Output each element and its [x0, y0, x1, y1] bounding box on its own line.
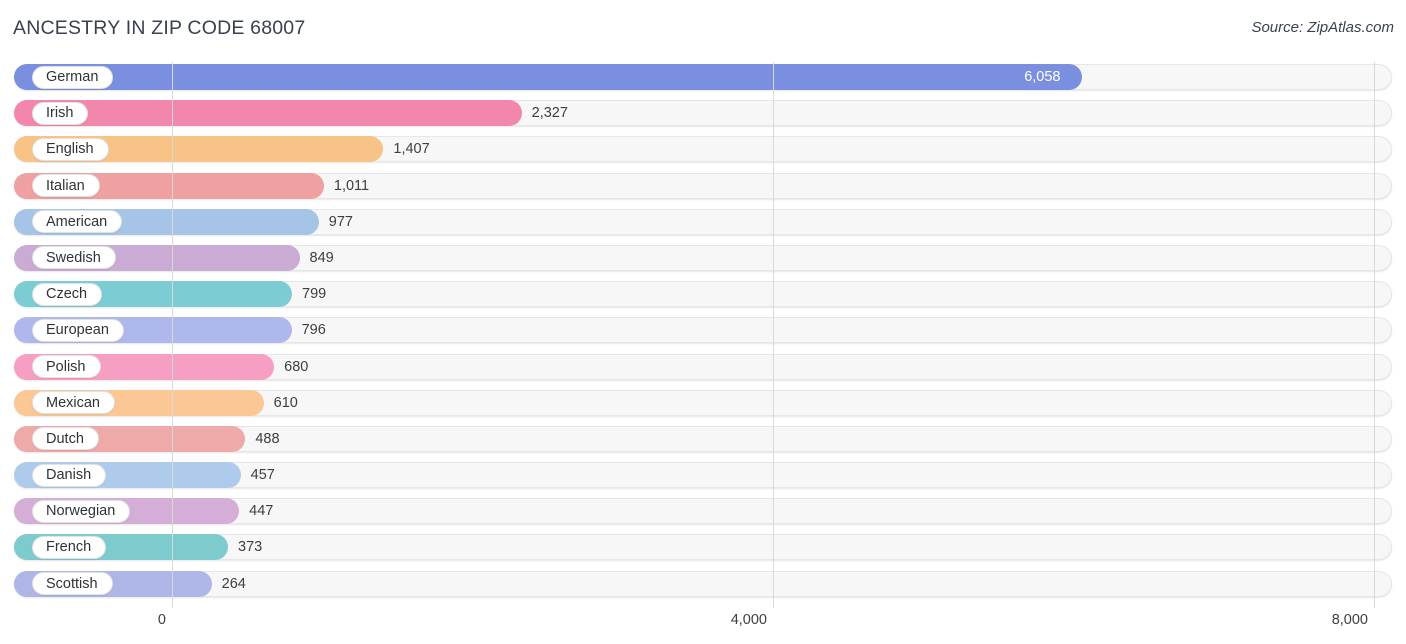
bar-label-italian: Italian: [32, 174, 100, 198]
bar-row[interactable]: English 1,407: [0, 134, 1406, 164]
bar-row[interactable]: European 796: [0, 315, 1406, 345]
x-axis-tick-label: 0: [157, 612, 166, 628]
bar-label-czech: Czech: [32, 282, 103, 306]
bar-value-swedish: 849: [309, 249, 334, 266]
bar-value-irish: 2,327: [531, 105, 568, 122]
bar-value-dutch: 488: [255, 430, 280, 447]
bar-value-danish: 457: [250, 467, 275, 484]
bar-value-italian: 1,011: [333, 177, 370, 194]
bar-value-mexican: 610: [273, 394, 298, 411]
bar-value-czech: 799: [302, 286, 327, 303]
bar-label-swedish: Swedish: [32, 246, 116, 270]
x-axis-tick-label: 8,000: [1331, 612, 1368, 628]
bar-row[interactable]: Swedish 849: [0, 243, 1406, 273]
bar-row[interactable]: Italian 1,011: [0, 171, 1406, 201]
bar-label-danish: Danish: [32, 463, 107, 487]
bar-row[interactable]: French 373: [0, 532, 1406, 562]
bar-rows: German 6,058 Irish 2,327 English 1,407 Italian…: [0, 62, 1406, 605]
bar-value-german: 6,058: [1024, 69, 1061, 85]
page-title: ANCESTRY IN ZIP CODE 68007: [13, 17, 306, 39]
bar-value-english: 1,407: [393, 141, 430, 158]
bar-row[interactable]: Mexican 610: [0, 388, 1406, 418]
bar-label-norwegian: Norwegian: [32, 499, 131, 523]
bar-row[interactable]: Czech 799: [0, 279, 1406, 309]
x-axis: 0 4,000 8,000: [0, 604, 1406, 644]
bar-value-french: 373: [238, 539, 263, 556]
bar-label-european: European: [32, 318, 124, 342]
bar-value-american: 977: [328, 213, 353, 230]
bar-label-english: English: [32, 137, 109, 161]
bar-label-french: French: [32, 535, 107, 559]
source-attribution: Source: ZipAtlas.com: [1251, 19, 1394, 36]
ancestry-bar-chart: ANCESTRY IN ZIP CODE 68007 Source: ZipAt…: [0, 0, 1406, 644]
bar-label-german: German: [32, 65, 114, 89]
bar-row[interactable]: American 977: [0, 207, 1406, 237]
bar-row[interactable]: Irish 2,327: [0, 98, 1406, 128]
bar-value-european: 796: [301, 322, 326, 339]
bar-value-scottish: 264: [221, 575, 246, 592]
bar-label-mexican: Mexican: [32, 391, 115, 415]
bar-irish[interactable]: [14, 100, 522, 127]
bar-label-scottish: Scottish: [32, 572, 113, 596]
x-axis-tick-label: 4,000: [730, 612, 767, 628]
bar-label-polish: Polish: [32, 355, 101, 378]
bar-label-dutch: Dutch: [32, 427, 99, 451]
bar-label-american: American: [32, 210, 123, 234]
bar-label-irish: Irish: [32, 101, 89, 125]
bar-row[interactable]: Dutch 488: [0, 424, 1406, 454]
bar-row[interactable]: Polish 680: [0, 352, 1406, 382]
bar-value-polish: 680: [284, 358, 309, 375]
bar-german[interactable]: [14, 64, 1083, 90]
plot-area: German 6,058 Irish 2,327 English 1,407 Italian…: [0, 62, 1406, 608]
bar-row[interactable]: German 6,058: [0, 62, 1406, 92]
bar-row[interactable]: Danish 457: [0, 460, 1406, 490]
bar-row[interactable]: Norwegian 447: [0, 496, 1406, 526]
bar-row[interactable]: Scottish 264: [0, 569, 1406, 599]
bar-value-norwegian: 447: [249, 503, 274, 520]
